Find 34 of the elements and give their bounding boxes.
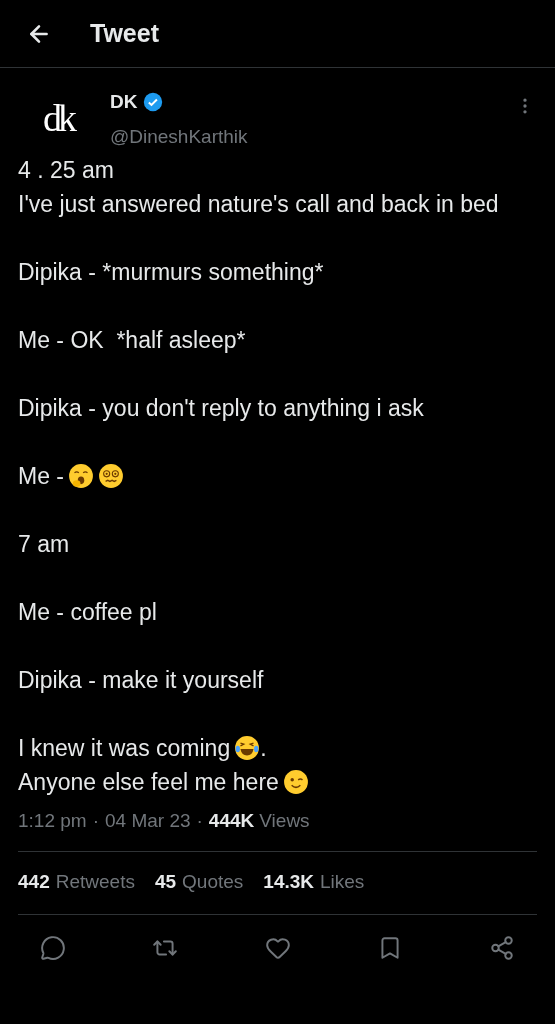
author-handle: @DineshKarthik <box>110 124 249 149</box>
views-label: Views <box>259 809 310 833</box>
tweet-text: I've just answered nature's call and back in bed <box>18 190 500 219</box>
tweet-text: Me - <box>18 462 64 491</box>
separator-dot: · <box>92 809 99 833</box>
tweet-text: Dipika - make it yourself <box>18 666 265 695</box>
reply-icon[interactable] <box>40 934 66 961</box>
tweet-time: 1:12 pm <box>18 809 87 833</box>
tweet-text: Me - coffee pl <box>18 598 158 627</box>
avatar[interactable]: dk <box>18 88 98 148</box>
tweet-date: 04 Mar 23 <box>105 809 191 833</box>
tweet-text: I knew it was coming <box>18 734 231 763</box>
stat-count[interactable]: 442 <box>18 868 50 897</box>
stat-label[interactable]: Likes <box>320 868 365 897</box>
stat-label[interactable]: Quotes <box>182 868 244 897</box>
page-title: Tweet <box>90 17 159 49</box>
stat-count[interactable]: 14.3K <box>263 868 314 897</box>
tweet-text: Me - OK *half asleep* <box>18 326 247 355</box>
tweet-text: . <box>260 734 267 763</box>
tweet-text: 4 . 25 am <box>18 156 115 185</box>
tweet-text: Dipika - you don't reply to anything i ask <box>18 394 425 423</box>
dizzy-face-icon <box>98 463 124 489</box>
tweet-text: Dipika - *murmurs something* <box>18 258 325 287</box>
yawning-face-icon <box>68 463 94 489</box>
stat-count[interactable]: 45 <box>154 868 177 897</box>
author-name[interactable]: DK <box>110 88 138 117</box>
tweet-text: 7 am <box>18 530 71 559</box>
stat-label[interactable]: Retweets <box>55 868 135 897</box>
tweet-text: Anyone else feel me here <box>18 768 279 797</box>
separator-dot: · <box>196 809 203 833</box>
share-icon[interactable] <box>489 934 515 961</box>
winking-face-icon <box>282 769 309 795</box>
views-count: 444K <box>208 809 255 833</box>
laughing-face-icon <box>234 735 261 761</box>
